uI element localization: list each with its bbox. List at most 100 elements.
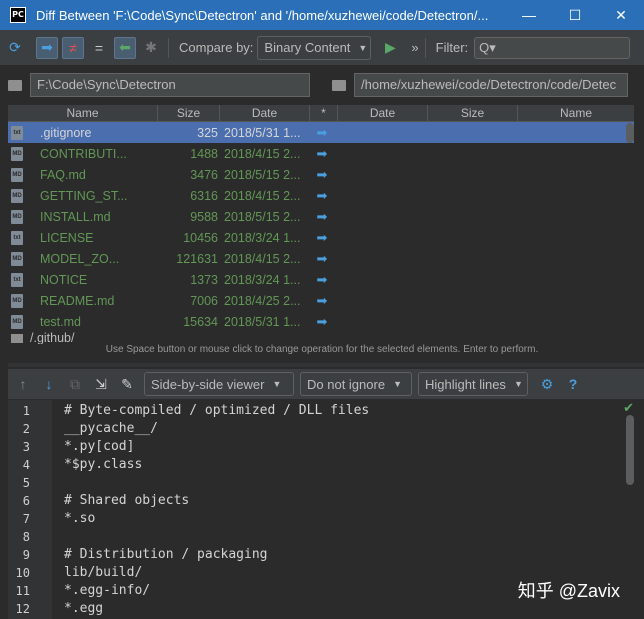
compare-files-icon[interactable]: ✎ [116, 376, 138, 393]
file-name: FAQ.md [40, 167, 86, 182]
file-name: .gitignore [40, 125, 92, 140]
header-right-name[interactable]: Name [518, 105, 634, 121]
table-row[interactable]: MD INSTALL.md 9588 2018/5/15 2... ➡ [8, 206, 634, 227]
compare-by-label: Compare by: [179, 40, 254, 55]
show-new-left-icon[interactable]: ➡ [36, 36, 58, 59]
table-scrollbar[interactable] [626, 123, 634, 143]
code-line[interactable]: 8 [8, 528, 608, 546]
right-path-bar: /home/xuzhewei/code/Detectron/code/Detec [332, 70, 628, 100]
compare-lines-icon[interactable]: ✱ [140, 37, 162, 59]
copy-right-arrow-icon[interactable]: ➡ [308, 209, 336, 225]
file-size: 15634 [183, 314, 218, 329]
code-text: *.egg [64, 601, 104, 616]
compare-by-dropdown[interactable]: Binary Content ▼ [257, 35, 372, 60]
table-row[interactable]: txt NOTICE 1373 2018/3/24 1... ➡ [8, 269, 634, 290]
left-path-field[interactable]: F:\Code\Sync\Detectron [30, 73, 310, 97]
jump-to-source-icon[interactable]: ⇲ [90, 376, 112, 393]
file-size: 10456 [183, 230, 218, 245]
table-row-folder[interactable]: /.github/ [8, 332, 634, 344]
code-text: lib/build/ [64, 565, 143, 580]
chevron-down-icon: ▼ [272, 379, 282, 389]
header-left-date[interactable]: Date [220, 105, 310, 121]
code-line[interactable]: 1 # Byte-compiled / optimized / DLL files [8, 402, 608, 420]
copy-right-arrow-icon[interactable]: ➡ [308, 146, 336, 162]
settings-gear-icon[interactable]: ⚙ [536, 376, 558, 393]
viewer-mode-dropdown[interactable]: Side-by-side viewer ▼ [144, 372, 294, 396]
line-number: 4 [22, 458, 30, 472]
line-number: 3 [22, 440, 30, 454]
table-row[interactable]: MD README.md 7006 2018/4/25 2... ➡ [8, 290, 634, 311]
line-number: 1 [22, 404, 30, 418]
folder-icon [8, 79, 22, 91]
file-date: 2018/4/15 2... [224, 251, 301, 266]
table-row[interactable]: MD CONTRIBUTI... 1488 2018/4/15 2... ➡ [8, 143, 634, 164]
table-row[interactable]: txt .gitignore 325 2018/5/31 1... ➡ [8, 122, 634, 143]
folder-icon [8, 332, 26, 344]
minimize-button[interactable]: — [506, 0, 552, 30]
copy-right-arrow-icon[interactable]: ➡ [308, 188, 336, 204]
diff-editor[interactable]: 1 # Byte-compiled / optimized / DLL files… [8, 400, 636, 619]
code-text: # Shared objects [64, 493, 190, 508]
header-operation[interactable]: * [310, 105, 338, 121]
code-line[interactable]: 7 *.so [8, 510, 608, 528]
no-problems-check-icon: ✔ [623, 400, 634, 415]
copy-right-arrow-icon[interactable]: ➡ [308, 230, 336, 246]
file-icon: txt [8, 269, 26, 290]
show-equal-icon[interactable]: = [88, 37, 110, 59]
table-row[interactable]: MD GETTING_ST... 6316 2018/4/15 2... ➡ [8, 185, 634, 206]
file-size: 1488 [190, 146, 218, 161]
show-different-icon[interactable]: ≠ [62, 36, 84, 59]
more-icon[interactable]: » [411, 40, 418, 55]
previous-difference-icon[interactable]: ↑ [12, 376, 34, 392]
code-line[interactable]: 5 [8, 474, 608, 492]
table-body: txt .gitignore 325 2018/5/31 1... ➡ MD CONTRIB… [8, 122, 634, 332]
watermark: 知乎 @Zavix [517, 581, 620, 601]
header-right-date[interactable]: Date [338, 105, 428, 121]
run-icon[interactable]: ▶ [379, 37, 401, 59]
file-date: 2018/5/15 2... [224, 209, 301, 224]
code-line[interactable]: 6 # Shared objects [8, 492, 608, 510]
line-number: 9 [22, 548, 30, 562]
filter-input[interactable]: Q▾ [474, 36, 631, 59]
table-row[interactable]: MD test.md 15634 2018/5/31 1... ➡ [8, 311, 634, 332]
copy-icon[interactable]: ⧉ [64, 376, 86, 393]
copy-right-arrow-icon[interactable]: ➡ [308, 314, 336, 330]
file-icon: MD [8, 248, 26, 269]
show-new-right-icon[interactable]: ⬅ [114, 36, 136, 59]
code-text: *.so [64, 511, 96, 526]
copy-right-arrow-icon[interactable]: ➡ [308, 272, 336, 288]
code-line[interactable]: 9 # Distribution / packaging [8, 546, 608, 564]
copy-right-arrow-icon[interactable]: ➡ [308, 167, 336, 183]
copy-right-arrow-icon[interactable]: ➡ [308, 251, 336, 267]
copy-right-arrow-icon[interactable]: ➡ [308, 125, 336, 141]
line-number: 12 [15, 602, 30, 616]
table-row[interactable]: MD FAQ.md 3476 2018/5/15 2... ➡ [8, 164, 634, 185]
toolbar-separator [424, 37, 426, 58]
editor-scrollbar[interactable] [626, 415, 634, 485]
header-right-size[interactable]: Size [428, 105, 518, 121]
file-icon: MD [8, 290, 26, 311]
highlight-mode-dropdown[interactable]: Highlight lines ▼ [418, 372, 528, 396]
code-text: # Distribution / packaging [64, 547, 268, 562]
compare-toolbar: ⟳ ➡ ≠ = ⬅ ✱ Compare by: Binary Content ▼… [0, 30, 644, 65]
panel-splitter[interactable] [0, 363, 644, 367]
help-icon[interactable]: ? [562, 376, 584, 392]
window-titlebar: PC Diff Between 'F:\Code\Sync\Detectron'… [0, 0, 644, 30]
window-title: Diff Between 'F:\Code\Sync\Detectron' an… [36, 7, 489, 23]
table-row[interactable]: MD MODEL_ZO... 121631 2018/4/15 2... ➡ [8, 248, 634, 269]
code-text: __pycache__/ [64, 421, 158, 436]
maximize-button[interactable]: ☐ [552, 0, 598, 30]
code-line[interactable]: 4 *$py.class [8, 456, 608, 474]
close-button[interactable]: ✕ [598, 0, 644, 30]
header-left-name[interactable]: Name [8, 105, 158, 121]
next-difference-icon[interactable]: ↓ [38, 376, 60, 392]
copy-right-arrow-icon[interactable]: ➡ [308, 293, 336, 309]
left-window-edge [0, 125, 8, 619]
ignore-mode-dropdown[interactable]: Do not ignore ▼ [300, 372, 412, 396]
right-path-field[interactable]: /home/xuzhewei/code/Detectron/code/Detec [354, 73, 628, 97]
code-line[interactable]: 2 __pycache__/ [8, 420, 608, 438]
refresh-icon[interactable]: ⟳ [4, 37, 26, 59]
table-row[interactable]: txt LICENSE 10456 2018/3/24 1... ➡ [8, 227, 634, 248]
code-line[interactable]: 3 *.py[cod] [8, 438, 608, 456]
header-left-size[interactable]: Size [158, 105, 220, 121]
